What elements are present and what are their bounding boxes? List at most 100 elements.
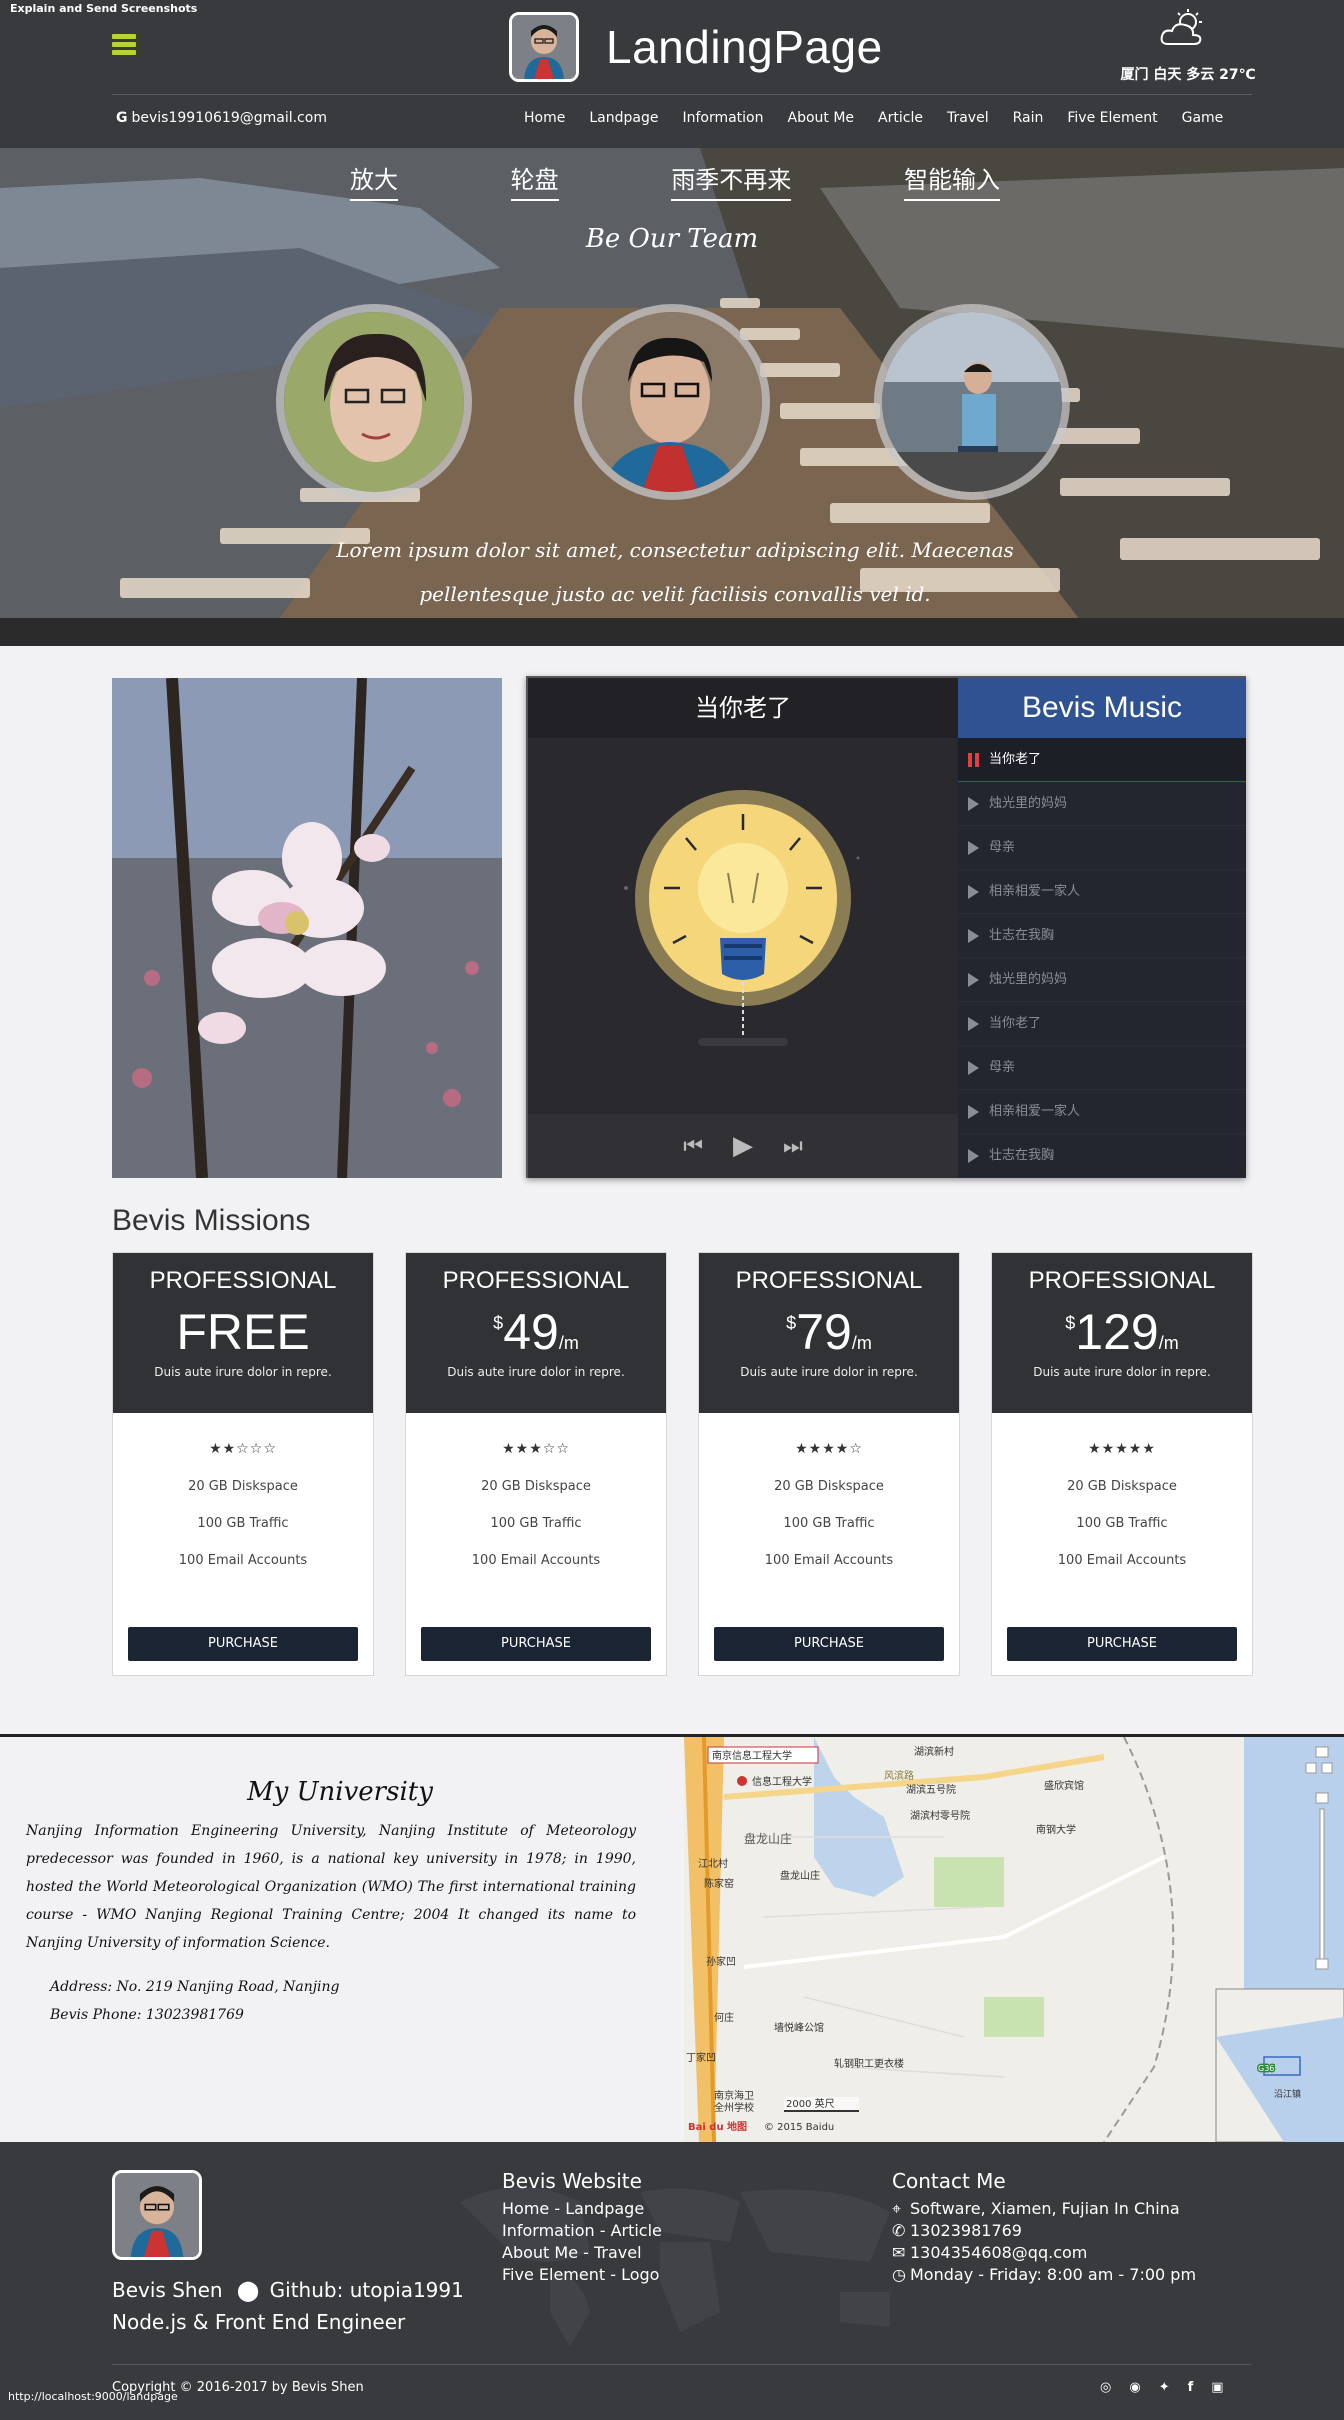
pricing-card-header: PROFESSIONAL $129/m Duis aute irure dolo…	[992, 1253, 1252, 1413]
playlist-item[interactable]: 相亲相爱一家人	[958, 870, 1246, 914]
playlist-item[interactable]: 母亲	[958, 1046, 1246, 1090]
hero-tab-wheel[interactable]: 轮盘	[510, 160, 559, 201]
status-bar-url: http://localhost:9000/landpage	[8, 2390, 178, 2403]
cloudy-weather-icon	[1158, 8, 1208, 48]
footer-link[interactable]: Home - Landpage	[502, 2198, 662, 2220]
playlist-item[interactable]: 烛光里的妈妈	[958, 782, 1246, 826]
envelope-icon: ✉	[892, 2243, 906, 2262]
team-member-photo-1[interactable]	[276, 304, 472, 500]
map-label: 陈家窑	[704, 1877, 734, 1890]
google-icon: G	[116, 110, 128, 126]
playlist-item[interactable]: 烛光里的妈妈	[958, 958, 1246, 1002]
facebook-icon[interactable]: f	[1188, 2380, 1194, 2395]
hero-tab-smart-input[interactable]: 智能输入	[903, 160, 1000, 201]
nav-travel[interactable]: Travel	[947, 110, 989, 126]
github-link[interactable]: Github: utopia1991	[270, 2278, 464, 2302]
previous-track-icon[interactable]: ⏮	[683, 1134, 703, 1159]
instagram-icon[interactable]: ▣	[1211, 2380, 1223, 2395]
main-nav: Home Landpage Information About Me Artic…	[510, 110, 1223, 126]
email-link[interactable]: Gbevis19910619@gmail.com	[116, 110, 327, 126]
map-label: 风滨路	[884, 1769, 914, 1782]
hero-banner: 放大 轮盘 雨季不再来 智能输入 Be Our Team Lorem ipsum…	[0, 148, 1344, 646]
team-member-photo-2[interactable]	[574, 304, 770, 500]
plan-feature: 20 GB Diskspace	[188, 1479, 298, 1494]
nav-about-me[interactable]: About Me	[788, 110, 855, 126]
plan-name: PROFESSIONAL	[149, 1267, 337, 1294]
weibo-icon[interactable]: ◉	[1129, 2380, 1140, 2395]
university-description: Nanjing Information Engineering Universi…	[26, 1823, 636, 1951]
team-member-photo-3[interactable]	[874, 304, 1070, 500]
visualizer	[528, 738, 958, 1114]
footer-role: Node.js & Front End Engineer	[112, 2310, 406, 2334]
music-title: Bevis Music	[958, 678, 1246, 738]
nav-five-element[interactable]: Five Element	[1067, 110, 1157, 126]
playlist-item[interactable]: 壮志在我胸	[958, 914, 1246, 958]
plan-feature: 100 Email Accounts	[1057, 1553, 1187, 1568]
hero-tab-zoom[interactable]: 放大	[350, 160, 398, 201]
map-canvas[interactable]: 南京信息工程大学 信息工程大学 盘龙山庄 盘龙山庄 湖滨新村 湖滨五号院 湖滨村…	[684, 1737, 1344, 2142]
github-icon[interactable]: ⬤	[237, 2278, 259, 2302]
playlist-item[interactable]: 壮志在我胸	[958, 1134, 1246, 1178]
contact-phone: 13023981769	[910, 2221, 1022, 2240]
map-label: 墙悦峰公馆	[774, 2021, 824, 2034]
nav-landpage[interactable]: Landpage	[589, 110, 658, 126]
playlist-item[interactable]: 当你老了	[958, 1002, 1246, 1046]
pricing-card-header: PROFESSIONAL $79/m Duis aute irure dolor…	[699, 1253, 959, 1413]
footer-link[interactable]: Information - Article	[502, 2220, 662, 2242]
map-label: 盘龙山庄	[780, 1869, 820, 1882]
playlist-item-label: 相亲相爱一家人	[989, 884, 1081, 899]
map-overview-inset[interactable]: 沿江镇 G36	[1215, 1988, 1344, 2142]
playlist-item-label: 母亲	[989, 1060, 1016, 1075]
play-icon[interactable]: ▶	[733, 1131, 753, 1161]
purchase-button[interactable]: PURCHASE	[128, 1627, 358, 1661]
map-label: 南京信息工程大学	[712, 1749, 792, 1762]
contact-email[interactable]: 1304354608@qq.com	[910, 2243, 1087, 2262]
purchase-button[interactable]: PURCHASE	[1007, 1627, 1237, 1661]
play-small-icon	[968, 1148, 979, 1163]
play-small-icon	[968, 1016, 979, 1031]
university-contact: Address: No. 219 Nanjing Road, Nanjing B…	[50, 1973, 340, 2029]
playlist-item-label: 当你老了	[989, 1016, 1042, 1031]
map-scale: 2000 英尺	[786, 2097, 835, 2110]
map-overview-label: G36	[1258, 2064, 1274, 2073]
purchase-button[interactable]: PURCHASE	[421, 1627, 651, 1661]
phone-icon: ✆	[892, 2221, 906, 2240]
playlist-item[interactable]: 当你老了	[958, 738, 1246, 782]
footer-name-line: Bevis Shen ⬤ Github: utopia1991	[112, 2278, 464, 2302]
playlist-item[interactable]: 母亲	[958, 826, 1246, 870]
map-label: 南钢大学	[1036, 1823, 1076, 1836]
nav-rain[interactable]: Rain	[1013, 110, 1044, 126]
twitter-icon[interactable]: ✦	[1159, 2380, 1170, 2395]
lightbulb-icon	[624, 790, 860, 1046]
baidu-map[interactable]: 南京信息工程大学 信息工程大学 盘龙山庄 盘龙山庄 湖滨新村 湖滨五号院 湖滨村…	[684, 1737, 1344, 2142]
hero-tabs: 放大 轮盘 雨季不再来 智能输入	[350, 160, 1000, 201]
plan-feature: 20 GB Diskspace	[481, 1479, 591, 1494]
site-title[interactable]: LandingPage	[606, 20, 883, 74]
plan-description: Duis aute irure dolor in repre.	[154, 1365, 332, 1379]
hero-tab-rain[interactable]: 雨季不再来	[671, 160, 792, 201]
plan-feature: 100 Email Accounts	[471, 1553, 601, 1568]
playlist-item-label: 当你老了	[989, 752, 1042, 767]
map-label: 何庄	[714, 2011, 734, 2024]
wechat-icon[interactable]: ◎	[1100, 2380, 1111, 2395]
nav-information[interactable]: Information	[682, 110, 763, 126]
missions-title: Bevis Missions	[112, 1204, 311, 1237]
logo-avatar[interactable]	[509, 12, 579, 82]
purchase-button[interactable]: PURCHASE	[714, 1627, 944, 1661]
footer-link[interactable]: About Me - Travel	[502, 2242, 662, 2264]
footer-link[interactable]: Five Element - Logo	[502, 2264, 662, 2286]
map-label: 湖滨新村	[914, 1745, 954, 1758]
nav-article[interactable]: Article	[878, 110, 923, 126]
nav-home[interactable]: Home	[524, 110, 565, 126]
play-small-icon	[968, 796, 979, 811]
next-track-icon[interactable]: ⏭	[783, 1134, 803, 1159]
nav-game[interactable]: Game	[1182, 110, 1224, 126]
playlist-item[interactable]: 相亲相爱一家人	[958, 1090, 1246, 1134]
footer-divider	[112, 2364, 1252, 2365]
menu-icon[interactable]	[112, 34, 136, 58]
weather-text: 厦门 白天 多云 27℃	[1120, 67, 1256, 83]
footer-name: Bevis Shen	[112, 2278, 223, 2302]
footer-contact-column: Contact Me ⌖ Software, Xiamen, Fujian In …	[892, 2170, 1196, 2286]
music-player: 当你老了 ⏮ ▶ ⏭ Bevis Music 当你老了 烛光里的妈妈 母亲 相亲…	[526, 676, 1246, 1178]
play-small-icon	[968, 928, 979, 943]
